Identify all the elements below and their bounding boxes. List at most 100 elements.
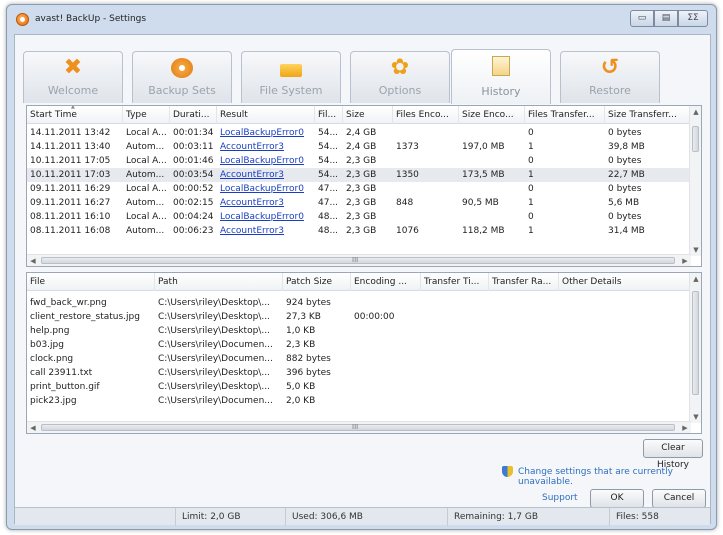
history-table[interactable]: Start Time ▲ Type Durati... Result Fil..… bbox=[26, 105, 702, 267]
table-cell bbox=[489, 380, 559, 394]
table-row[interactable]: clock.png C:\Users\riley\Documen... 882 by… bbox=[27, 352, 701, 366]
result-link[interactable]: LocalBackupError0 bbox=[217, 154, 315, 168]
scroll-thumb[interactable] bbox=[692, 126, 699, 152]
files-vertical-scrollbar[interactable]: ▲ ▼ bbox=[689, 273, 701, 423]
scroll-up-icon[interactable]: ▲ bbox=[690, 273, 701, 285]
scroll-right-icon[interactable]: ▶ bbox=[679, 422, 691, 433]
column-header-start-time[interactable]: Start Time bbox=[27, 106, 123, 124]
minimize-button[interactable]: ▭ bbox=[630, 10, 654, 27]
files-horizontal-scrollbar[interactable]: ◀ III ▶ bbox=[27, 421, 691, 433]
table-row[interactable]: 08.11.2011 16:10 Local A... 00:04:24 LocalB… bbox=[27, 210, 701, 224]
table-row[interactable]: 14.11.2011 13:42 Local A... 00:01:34 LocalB… bbox=[27, 126, 701, 140]
table-row[interactable]: 08.11.2011 16:08 Autom... 00:06:23 AccountE… bbox=[27, 224, 701, 238]
scroll-left-icon[interactable]: ◀ bbox=[27, 255, 39, 266]
table-cell: 173,5 MB bbox=[462, 170, 505, 180]
column-header-file[interactable]: File bbox=[27, 273, 155, 291]
column-header-patch-size[interactable]: Patch Size bbox=[283, 273, 351, 291]
tab-label: Options bbox=[378, 84, 422, 97]
result-link[interactable]: LocalBackupError0 bbox=[217, 210, 315, 224]
table-cell: 09.11.2011 16:27 bbox=[30, 198, 111, 208]
clear-history-button[interactable]: Clear History bbox=[643, 439, 703, 470]
table-cell: Autom... bbox=[126, 226, 165, 236]
table-cell bbox=[559, 296, 691, 310]
table-cell bbox=[351, 324, 421, 338]
column-header-encoding[interactable]: Encoding ... bbox=[351, 273, 421, 291]
scroll-thumb[interactable] bbox=[692, 291, 699, 395]
result-link[interactable]: LocalBackupError0 bbox=[217, 126, 315, 140]
tab-restore[interactable]: ↺ Restore bbox=[560, 51, 660, 103]
result-link[interactable]: AccountError3 bbox=[217, 140, 315, 154]
column-header-files-transferred[interactable]: Files Transfer... bbox=[525, 106, 605, 124]
table-cell bbox=[421, 310, 489, 324]
table-cell bbox=[459, 154, 525, 168]
table-row[interactable]: client_restore_status.jpg C:\Users\riley\… bbox=[27, 310, 701, 324]
status-bar: Limit: 2,0 GB Used: 306,6 MB Remaining: … bbox=[15, 507, 710, 526]
column-header-other-details[interactable]: Other Details bbox=[559, 273, 691, 291]
table-row[interactable]: help.png C:\Users\riley\Desktop\... 1,0 KB bbox=[27, 324, 701, 338]
tab-options[interactable]: ✿ Options bbox=[350, 51, 450, 103]
column-header-size[interactable]: Size bbox=[343, 106, 393, 124]
table-cell: Autom... bbox=[126, 142, 165, 152]
close-button[interactable]: ΣΣ bbox=[678, 10, 708, 27]
table-row[interactable]: fwd_back_wr.png C:\Users\riley\Desktop\..… bbox=[27, 296, 701, 310]
cancel-button[interactable]: Cancel bbox=[652, 489, 706, 508]
table-cell bbox=[351, 296, 421, 310]
change-settings-link[interactable]: Change settings that are currently unava… bbox=[518, 467, 710, 487]
disc-icon bbox=[171, 58, 193, 78]
column-header-result[interactable]: Result bbox=[217, 106, 315, 124]
tab-history[interactable]: History bbox=[451, 49, 551, 104]
table-cell bbox=[459, 182, 525, 196]
column-header-files[interactable]: Fil... bbox=[315, 106, 343, 124]
result-link[interactable]: LocalBackupError0 bbox=[217, 182, 315, 196]
history-vertical-scrollbar[interactable]: ▲ ▼ bbox=[689, 106, 701, 256]
result-link[interactable]: AccountError3 bbox=[217, 224, 315, 238]
table-cell: 00:02:15 bbox=[173, 198, 214, 208]
table-cell: 1 bbox=[528, 198, 534, 208]
table-cell: 0 bbox=[528, 156, 534, 166]
ok-button[interactable]: OK bbox=[590, 489, 644, 508]
table-cell: 1 bbox=[528, 142, 534, 152]
title-bar[interactable]: avast! BackUp - Settings ▭ ▤ ΣΣ bbox=[7, 5, 716, 33]
tab-backup-sets[interactable]: Backup Sets bbox=[132, 51, 232, 103]
column-header-size-encoded[interactable]: Size Enco... bbox=[459, 106, 525, 124]
column-header-transfer-rate[interactable]: Transfer Ra... bbox=[489, 273, 559, 291]
column-header-size-transferred[interactable]: Size Transferr... bbox=[605, 106, 691, 124]
scroll-up-icon[interactable]: ▲ bbox=[690, 106, 701, 118]
scroll-right-icon[interactable]: ▶ bbox=[679, 255, 691, 266]
table-row[interactable]: 09.11.2011 16:29 Local A... 00:00:52 LocalB… bbox=[27, 182, 701, 196]
support-link[interactable]: Support bbox=[542, 493, 578, 503]
table-cell: b03.jpg bbox=[30, 340, 64, 350]
table-row[interactable]: pick23.jpg C:\Users\riley\Documen... 2,0 K… bbox=[27, 394, 701, 408]
table-row[interactable]: print_button.gif C:\Users\riley\Desktop\.… bbox=[27, 380, 701, 394]
result-link[interactable]: AccountError3 bbox=[217, 168, 315, 182]
result-link[interactable]: AccountError3 bbox=[217, 196, 315, 210]
table-row[interactable]: 10.11.2011 17:05 Local A... 00:01:46 LocalB… bbox=[27, 154, 701, 168]
table-row[interactable]: 14.11.2011 13:40 Autom... 00:03:11 AccountE… bbox=[27, 140, 701, 154]
table-cell: 27,3 KB bbox=[286, 312, 321, 322]
tab-file-system[interactable]: File System bbox=[241, 51, 341, 103]
table-cell: C:\Users\riley\Desktop\... bbox=[158, 312, 270, 322]
table-row[interactable]: call 23911.txt C:\Users\riley\Desktop\...… bbox=[27, 366, 701, 380]
column-header-path[interactable]: Path bbox=[155, 273, 283, 291]
column-header-files-encoded[interactable]: Files Enco... bbox=[393, 106, 459, 124]
scroll-down-icon[interactable]: ▼ bbox=[690, 244, 701, 256]
column-header-type[interactable]: Type bbox=[123, 106, 170, 124]
tab-welcome[interactable]: ✖ Welcome bbox=[23, 51, 123, 103]
table-cell: 48... bbox=[318, 226, 339, 236]
files-table[interactable]: File Path Patch Size Encoding ... Transf… bbox=[26, 272, 702, 434]
table-cell: 5,6 MB bbox=[608, 198, 640, 208]
column-header-duration[interactable]: Durati... bbox=[170, 106, 217, 124]
tools-icon: ✖ bbox=[63, 55, 83, 80]
scroll-down-icon[interactable]: ▼ bbox=[690, 411, 701, 423]
table-cell bbox=[351, 366, 421, 380]
window-title: avast! BackUp - Settings bbox=[35, 14, 147, 24]
table-row[interactable]: b03.jpg C:\Users\riley\Documen... 2,3 KB bbox=[27, 338, 701, 352]
maximize-button[interactable]: ▤ bbox=[654, 10, 678, 27]
column-header-transfer-time[interactable]: Transfer Ti... bbox=[421, 273, 489, 291]
table-cell: 2,3 GB bbox=[346, 184, 377, 194]
scroll-left-icon[interactable]: ◀ bbox=[27, 422, 39, 433]
history-horizontal-scrollbar[interactable]: ◀ III ▶ bbox=[27, 254, 691, 266]
table-row[interactable]: 09.11.2011 16:27 Autom... 00:02:15 AccountE… bbox=[27, 196, 701, 210]
table-cell: 54... bbox=[318, 142, 339, 152]
table-row[interactable]: 10.11.2011 17:03 Autom... 00:03:54 AccountE… bbox=[27, 168, 701, 182]
